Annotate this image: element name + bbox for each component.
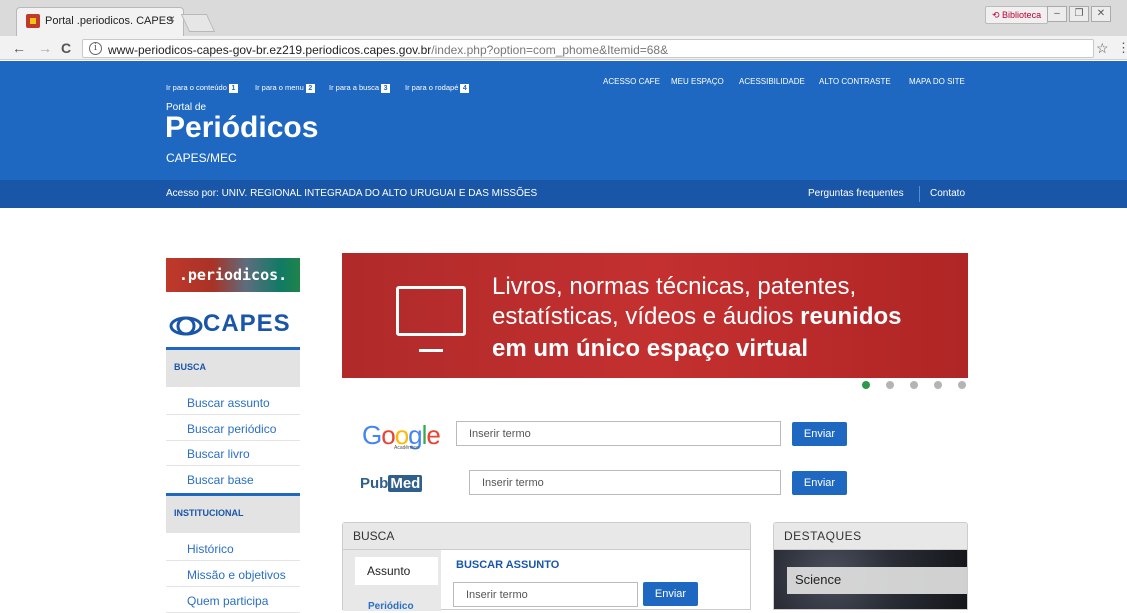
busca-enviar-button[interactable]: Enviar — [643, 582, 698, 606]
sidebar-item-buscar-assunto[interactable]: Buscar assunto — [166, 390, 300, 415]
capes-emblem-icon — [169, 316, 203, 336]
sidebar-heading-institucional: INSTITUCIONAL — [166, 493, 300, 533]
back-icon[interactable]: ← — [12, 40, 26, 56]
hero-banner[interactable]: Livros, normas técnicas, patentes, estat… — [342, 253, 968, 378]
top-link-alto-contraste[interactable]: ALTO CONTRASTE — [819, 77, 891, 86]
brand-subtitle: CAPES/MEC — [166, 151, 237, 165]
sidebar-heading-busca: BUSCA — [166, 347, 300, 387]
top-link-mapa-do-site[interactable]: MAPA DO SITE — [909, 77, 965, 86]
top-link-meu-espaco[interactable]: MEU ESPAÇO — [671, 77, 724, 86]
close-window-icon[interactable]: ✕ — [1091, 6, 1111, 22]
tab-title: Portal .periodicos. CAPES — [45, 15, 174, 27]
new-tab-button[interactable] — [180, 14, 216, 32]
pubmed-search-input[interactable]: Inserir termo — [469, 470, 781, 495]
top-link-acessibilidade[interactable]: ACESSIBILIDADE — [739, 77, 805, 86]
monitor-icon — [396, 286, 466, 336]
google-search-input[interactable]: Inserir termo — [456, 421, 781, 446]
site-header: Ir para o conteúdo 1 Ir para o menu 2 Ir p… — [0, 61, 1127, 180]
extension-label: Biblioteca — [1002, 10, 1042, 20]
pubmed-enviar-button[interactable]: Enviar — [792, 471, 847, 495]
capes-logo[interactable]: CAPES — [166, 306, 300, 342]
sidebar-item-historico[interactable]: Histórico — [166, 536, 300, 561]
access-institution-text: Acesso por: UNIV. REGIONAL INTEGRADA DO … — [166, 188, 538, 199]
access-bar: Acesso por: UNIV. REGIONAL INTEGRADA DO … — [0, 180, 1127, 208]
biblioteca-extension-button[interactable]: ⟲ Biblioteca — [985, 6, 1049, 24]
url-text: www-periodicos-capes-gov-br.ez219.period… — [108, 43, 668, 57]
site-info-icon[interactable]: i — [89, 42, 102, 55]
url-domain: www-periodicos-capes-gov-br.ez219.period… — [108, 43, 432, 57]
sidebar-item-buscar-livro[interactable]: Buscar livro — [166, 441, 300, 466]
skip-link-menu[interactable]: Ir para o menu 2 — [255, 83, 315, 93]
capes-wordmark: CAPES — [203, 310, 291, 337]
favicon-icon — [26, 14, 40, 28]
carousel-dot-5[interactable] — [958, 381, 966, 389]
banner-line-3: em um único espaço virtual — [492, 335, 809, 362]
browser-tab[interactable]: Portal .periodicos. CAPES × — [16, 7, 184, 36]
periodicos-logo[interactable]: .periodicos. — [166, 258, 300, 292]
destaques-item-label[interactable]: Science — [787, 567, 967, 594]
tab-assunto[interactable]: Assunto — [355, 557, 438, 585]
forward-icon[interactable]: → — [38, 40, 52, 56]
sidebar-item-missao[interactable]: Missão e objetivos — [166, 562, 300, 587]
carousel-dot-1[interactable] — [862, 381, 870, 389]
browser-tab-bar: Portal .periodicos. CAPES × ⟲ Biblioteca… — [0, 0, 1127, 36]
banner-line-2: estatísticas, vídeos e áudios reunidos — [492, 303, 902, 330]
sidebar-item-buscar-base[interactable]: Buscar base — [166, 467, 300, 492]
busca-panel-title: BUSCA — [343, 523, 750, 550]
pubmed-logo[interactable]: Pub Med — [360, 475, 423, 492]
divider — [919, 186, 920, 202]
tab-periodico[interactable]: Periódico — [355, 601, 414, 612]
banner-line-1: Livros, normas técnicas, patentes, — [492, 273, 857, 300]
reload-icon[interactable]: C — [61, 40, 71, 56]
top-link-acesso-cafe[interactable]: ACESSO CAFE — [603, 77, 660, 86]
contact-link[interactable]: Contato — [930, 188, 965, 199]
sidebar-item-quem-participa[interactable]: Quem participa — [166, 588, 300, 613]
google-sublabel: Acadêmico — [394, 445, 419, 451]
sidebar-item-buscar-periodico[interactable]: Buscar periódico — [166, 416, 300, 441]
minimize-window-icon[interactable]: – — [1047, 6, 1067, 22]
browser-toolbar: ← → C i www-periodicos-capes-gov-br.ez21… — [0, 36, 1127, 60]
brand-title[interactable]: Periódicos — [165, 111, 318, 145]
skip-link-footer[interactable]: Ir para o rodapé 4 — [405, 83, 470, 93]
bookmark-star-icon[interactable]: ☆ — [1096, 40, 1109, 57]
carousel-dot-2[interactable] — [886, 381, 894, 389]
carousel-dot-4[interactable] — [934, 381, 942, 389]
faq-link[interactable]: Perguntas frequentes — [808, 188, 904, 199]
url-path: /index.php?option=com_phome&Itemid=68& — [431, 43, 669, 57]
skip-link-search[interactable]: Ir para a busca 3 — [329, 83, 391, 93]
skip-link-content[interactable]: Ir para o conteúdo 1 — [166, 83, 238, 93]
maximize-window-icon[interactable]: ❐ — [1069, 6, 1089, 22]
google-enviar-button[interactable]: Enviar — [792, 422, 847, 446]
address-bar[interactable]: i www-periodicos-capes-gov-br.ez219.peri… — [82, 39, 1094, 58]
carousel-dot-3[interactable] — [910, 381, 918, 389]
busca-assunto-input[interactable]: Inserir termo — [453, 582, 638, 607]
destaques-panel: DESTAQUES Science — [773, 522, 968, 610]
monitor-base-icon — [419, 349, 443, 352]
tab-close-icon[interactable]: × — [168, 12, 175, 26]
buscar-assunto-heading: BUSCAR ASSUNTO — [456, 559, 560, 571]
destaques-title: DESTAQUES — [774, 523, 967, 550]
browser-menu-icon[interactable]: ⋮ — [1117, 40, 1127, 56]
